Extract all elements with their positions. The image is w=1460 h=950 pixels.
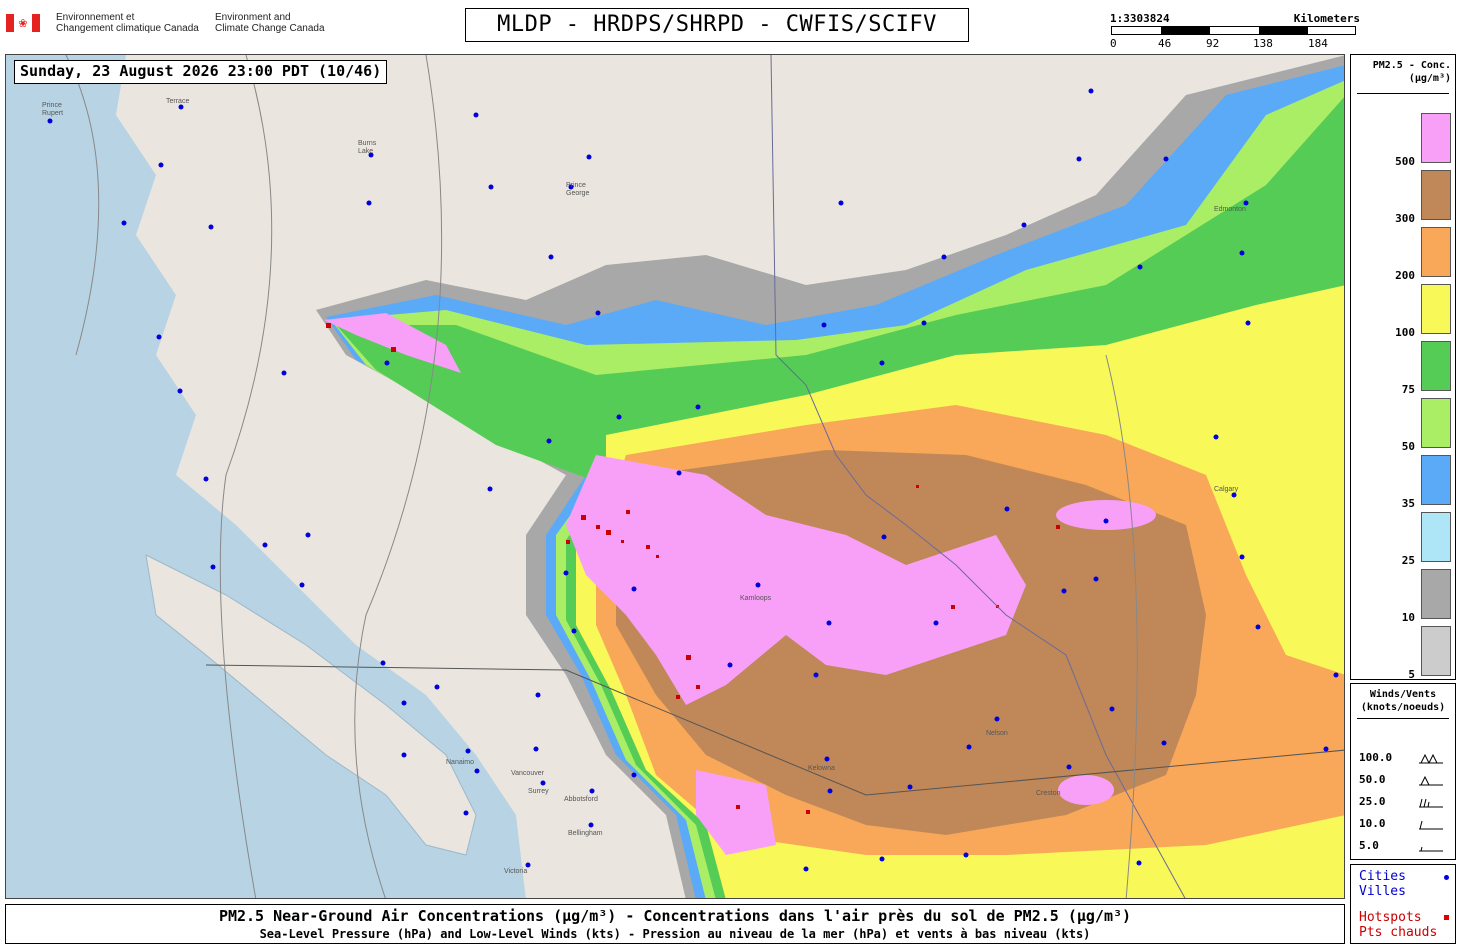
- wind-row: 10.0: [1359, 817, 1451, 835]
- legend-title: PM2.5 - Conc. (µg/m³): [1372, 60, 1451, 84]
- scale-bar: 1:3303824 Kilometers 0 46 92 138 184: [1108, 10, 1360, 50]
- svg-text:George: George: [566, 190, 589, 197]
- legend-label: 300: [1395, 212, 1415, 225]
- svg-text:Nelson: Nelson: [986, 730, 1008, 737]
- wind-barb-5-icon: [1419, 846, 1443, 852]
- legend-label: 35: [1401, 497, 1415, 510]
- scale-tick: 46: [1158, 37, 1172, 50]
- svg-text:Abbotsford: Abbotsford: [564, 796, 598, 803]
- legend-label: 100: [1395, 326, 1415, 339]
- legend-label: 200: [1395, 269, 1415, 282]
- legend-label: 5: [1408, 668, 1415, 681]
- legend-label: 25: [1401, 554, 1415, 567]
- svg-text:Burns: Burns: [358, 140, 377, 147]
- hotspots-label: Hotspots Pts chauds: [1359, 910, 1438, 940]
- wind-row: 100.0: [1359, 751, 1451, 769]
- svg-text:Prince: Prince: [42, 102, 62, 109]
- agency-name-fr: Environnement et Changement climatique Ca…: [56, 12, 199, 34]
- scale-tick: 184: [1308, 37, 1328, 50]
- svg-text:Victoria: Victoria: [504, 868, 527, 875]
- agency-name-en: Environment and Climate Change Canada: [215, 12, 325, 34]
- svg-text:Bellingham: Bellingham: [568, 830, 603, 837]
- pm25-legend: PM2.5 - Conc. (µg/m³) 500 300 200 100 75…: [1350, 54, 1456, 681]
- legend-swatch-500: [1421, 113, 1451, 163]
- caption-line-2: Sea-Level Pressure (hPa) and Low-Level W…: [259, 927, 1091, 941]
- scale-ratio: 1:3303824: [1110, 12, 1170, 25]
- wind-barb-100-icon: [1419, 753, 1443, 764]
- legend-swatch-300: [1421, 170, 1451, 220]
- wind-legend: Winds/Vents (knots/noeuds) 100.0 50.0 25.…: [1350, 683, 1456, 860]
- svg-text:Creston: Creston: [1036, 790, 1061, 797]
- legend-label: 50: [1401, 440, 1415, 453]
- hotspot-square-icon: [1444, 915, 1449, 920]
- caption-line-1: PM2.5 Near-Ground Air Concentrations (µg…: [218, 907, 1132, 925]
- wind-barb-10-icon: [1419, 820, 1443, 830]
- scale-unit: Kilometers: [1293, 12, 1360, 25]
- city-dot-icon: [1444, 875, 1449, 880]
- pm25-map[interactable]: Prince Rupert Terrace Burns Lake Prince Geor…: [5, 54, 1345, 899]
- legend-label: 10: [1401, 611, 1415, 624]
- map-canvas: PrinceRupert TerraceBurnsLake PrinceGeor…: [6, 55, 1344, 898]
- svg-text:Kamloops: Kamloops: [740, 595, 772, 602]
- svg-text:Lake: Lake: [358, 148, 373, 155]
- svg-text:Edmonton: Edmonton: [1214, 206, 1246, 213]
- map-timestamp: Sunday, 23 August 2026 23:00 PDT (10/46): [14, 60, 388, 84]
- svg-text:Terrace: Terrace: [166, 98, 189, 105]
- svg-text:Calgary: Calgary: [1214, 486, 1239, 493]
- cities-label: Cities Villes: [1359, 869, 1406, 899]
- legend-label: 75: [1401, 383, 1415, 396]
- svg-text:Nanaimo: Nanaimo: [446, 759, 474, 766]
- map-caption: PM2.5 Near-Ground Air Concentrations (µg…: [5, 904, 1345, 944]
- svg-text:Vancouver: Vancouver: [511, 770, 545, 777]
- legend-swatch-100: [1421, 284, 1451, 334]
- svg-text:Rupert: Rupert: [42, 110, 63, 117]
- legend-swatch-5: [1421, 626, 1451, 676]
- scale-tick: 0: [1110, 37, 1117, 50]
- legend-swatch-75: [1421, 341, 1451, 391]
- eccc-logo: ❀ Environnement et Changement climatique …: [6, 10, 336, 40]
- legend-swatch-35: [1421, 455, 1451, 505]
- legend-swatch-10: [1421, 569, 1451, 619]
- legend-swatch-25: [1421, 512, 1451, 562]
- wind-row: 25.0: [1359, 795, 1451, 813]
- legend-swatch-200: [1421, 227, 1451, 277]
- canada-flag-icon: ❀: [6, 14, 40, 32]
- scale-tick: 92: [1206, 37, 1220, 50]
- wind-legend-title: Winds/Vents (knots/noeuds): [1360, 689, 1446, 713]
- wind-row: 5.0: [1359, 839, 1451, 857]
- legend-swatch-50: [1421, 398, 1451, 448]
- marker-legend: Cities Villes Hotspots Pts chauds: [1350, 864, 1456, 944]
- svg-text:Kelowna: Kelowna: [808, 765, 835, 772]
- svg-text:Surrey: Surrey: [528, 788, 549, 795]
- wind-barb-50-icon: [1419, 775, 1443, 786]
- wind-row: 50.0: [1359, 773, 1451, 791]
- wind-barb-25-icon: [1419, 798, 1443, 808]
- plume-pink-spot: [1058, 775, 1114, 805]
- svg-text:Prince: Prince: [566, 182, 586, 189]
- model-title: MLDP - HRDPS/SHRPD - CWFIS/SCIFV: [465, 8, 969, 42]
- plume-pink-spot: [1056, 500, 1156, 530]
- legend-label: 500: [1395, 155, 1415, 168]
- scale-tick: 138: [1253, 37, 1273, 50]
